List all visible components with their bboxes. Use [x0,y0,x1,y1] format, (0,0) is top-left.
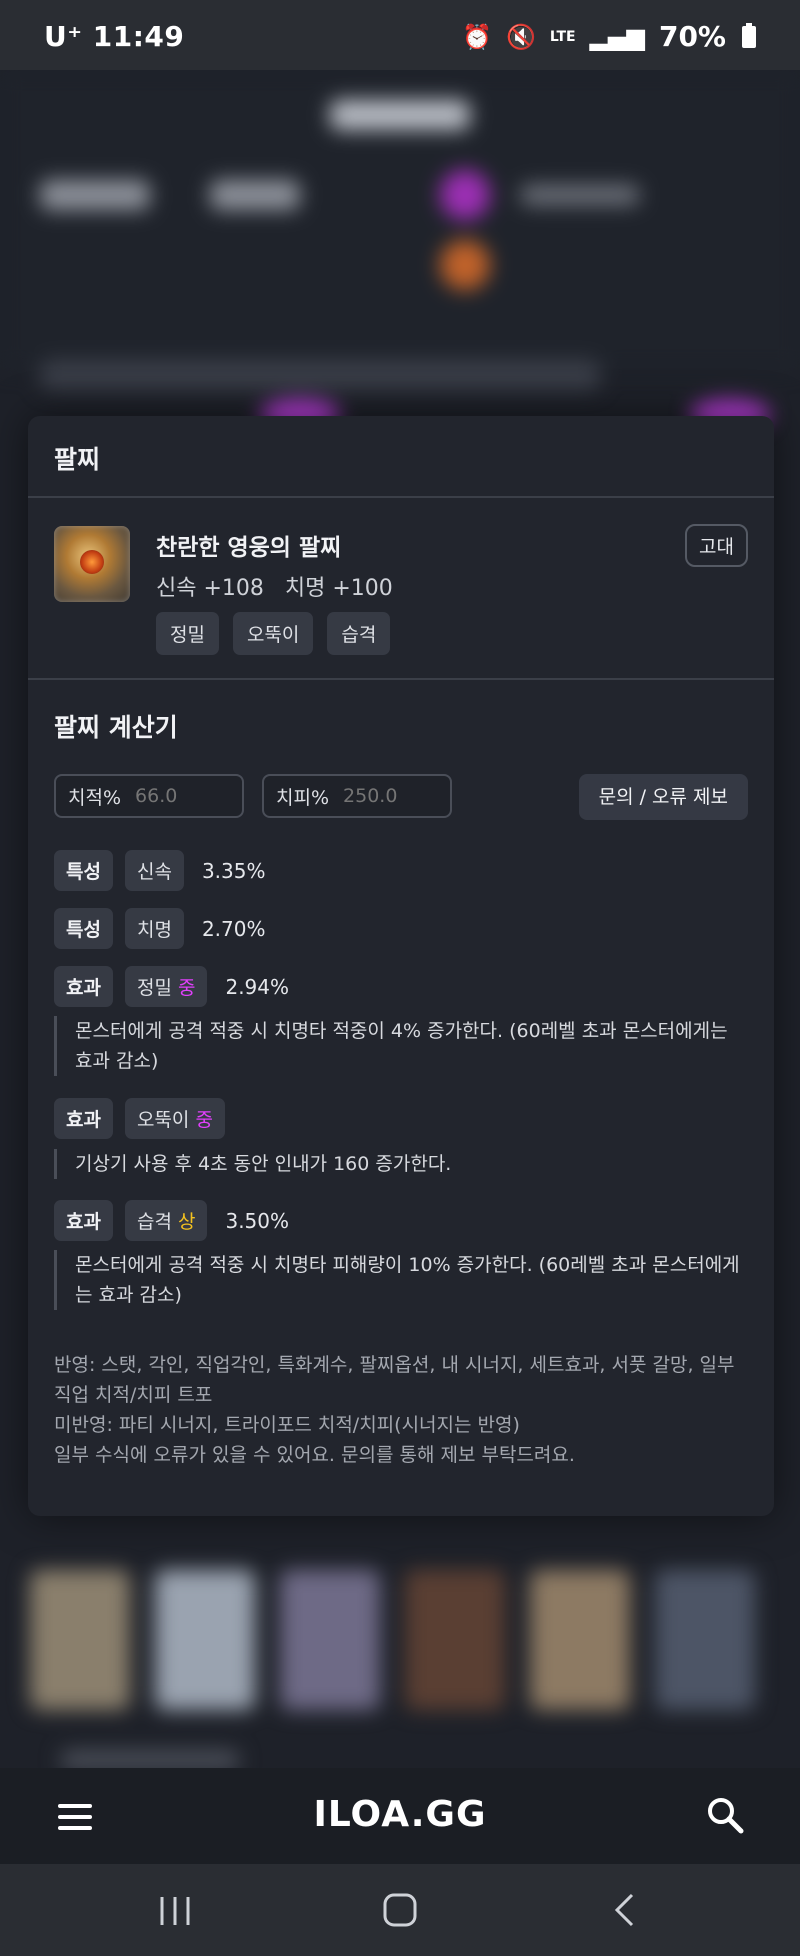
card-title: 팔찌 [54,445,101,474]
bottom-app-bar: ILOA.GG [0,1768,800,1864]
calc-row-ambush: 효과 습격 상 3.50% [54,1200,289,1241]
battery-icon [742,22,756,48]
effect-name: 정밀 [136,977,172,999]
clock: 11:49 [92,20,185,53]
effect-grade: 중 [195,1109,213,1131]
row-kind-chip: 특성 [54,908,113,949]
effect-description: 기상기 사용 후 4초 동안 인내가 160 증가한다. [54,1149,744,1179]
effect-name: 오뚝이 [136,1109,190,1131]
search-icon[interactable] [706,1796,744,1834]
row-kind-chip: 효과 [54,966,113,1007]
crit-damage-label: 치피% [276,786,330,809]
crit-damage-input[interactable] [343,785,434,807]
status-bar: U⁺ 11:49 ⏰ 🔇 LTE ▂▄▆ 70% [0,0,800,70]
crit-rate-input[interactable] [135,785,226,807]
mute-icon: 🔇 [505,22,536,51]
tier-badge: 고대 [685,524,748,567]
row-name-chip: 습격 상 [124,1200,208,1241]
effect-name: 습격 [136,1211,172,1233]
lte-icon: LTE [549,28,576,45]
battery-percent: 70% [658,20,726,53]
alarm-icon: ⏰ [462,22,492,51]
site-logo[interactable]: ILOA.GG [0,1794,800,1835]
effect-description: 몬스터에게 공격 적중 시 치명타 피해량이 10% 증가한다. (60레벨 초… [54,1250,744,1310]
row-name-chip: 치명 [124,908,184,949]
row-name-chip: 오뚝이 중 [124,1098,225,1139]
divider [28,496,774,498]
row-kind-chip: 특성 [54,850,113,891]
calc-row-crit: 특성 치명 2.70% [54,908,265,949]
background-thumbnails [30,1570,770,1730]
calculator-notes: 반영: 스탯, 각인, 직업각인, 특화계수, 팔찌옵션, 내 시너지, 세트효… [54,1350,754,1470]
item-tags: 정밀 오뚝이 습격 [156,612,391,655]
status-left: U⁺ 11:49 [44,20,184,53]
row-value: 2.94% [225,974,290,999]
effect-description: 몬스터에게 공격 적중 시 치명타 적중이 4% 증가한다. (60레벨 초과 … [54,1016,744,1076]
item-stats: 신속 +108 치명 +100 [156,576,393,601]
row-kind-chip: 효과 [54,1098,113,1139]
calc-row-swiftness: 특성 신속 3.35% [54,850,265,891]
effect-grade: 중 [177,977,196,999]
report-button[interactable]: 문의 / 오류 제보 [578,774,748,820]
back-icon[interactable] [612,1892,638,1928]
item-name: 찬란한 영웅의 팔찌 [156,535,342,561]
home-icon[interactable] [382,1892,418,1928]
row-name-chip: 신속 [124,850,184,891]
row-value: 3.50% [225,1208,290,1233]
carrier-label: U⁺ [44,20,83,53]
tag-ottugi: 오뚝이 [232,612,314,655]
effect-grade: 상 [177,1211,196,1233]
row-value: 2.70% [201,916,266,941]
row-name-chip: 정밀 중 [124,966,208,1007]
status-right: ⏰ 🔇 LTE ▂▄▆ 70% [462,20,756,53]
calculator-title: 팔찌 계산기 [54,713,178,742]
crit-damage-field[interactable]: 치피% [262,774,452,818]
crit-rate-field[interactable]: 치적% [54,774,244,818]
crit-rate-label: 치적% [68,786,122,809]
signal-icon: ▂▄▆ [589,22,645,51]
bracelet-card: 팔찌 찬란한 영웅의 팔찌 신속 +108 치명 +100 고대 정밀 오뚝이 … [28,416,774,1516]
system-navigation-bar [0,1864,800,1956]
divider [28,678,774,680]
calc-row-precision: 효과 정밀 중 2.94% [54,966,289,1007]
tag-jeongmil: 정밀 [156,612,219,655]
tag-seupgyeok: 습격 [327,612,391,655]
note-disclaimer: 일부 수식에 오류가 있을 수 있어요. 문의를 통해 제보 부탁드려요. [54,1444,575,1466]
row-value: 3.35% [201,858,266,883]
note-applied: 반영: 스탯, 각인, 직업각인, 특화계수, 팔찌옵션, 내 시너지, 세트효… [54,1354,735,1406]
bracelet-item-icon [54,526,130,602]
recent-apps-icon[interactable] [158,1894,192,1928]
calc-row-ottugi: 효과 오뚝이 중 [54,1098,225,1139]
row-kind-chip: 효과 [54,1200,113,1241]
note-not-applied: 미반영: 파티 시너지, 트라이포드 치적/치피(시너지는 반영) [54,1414,520,1436]
